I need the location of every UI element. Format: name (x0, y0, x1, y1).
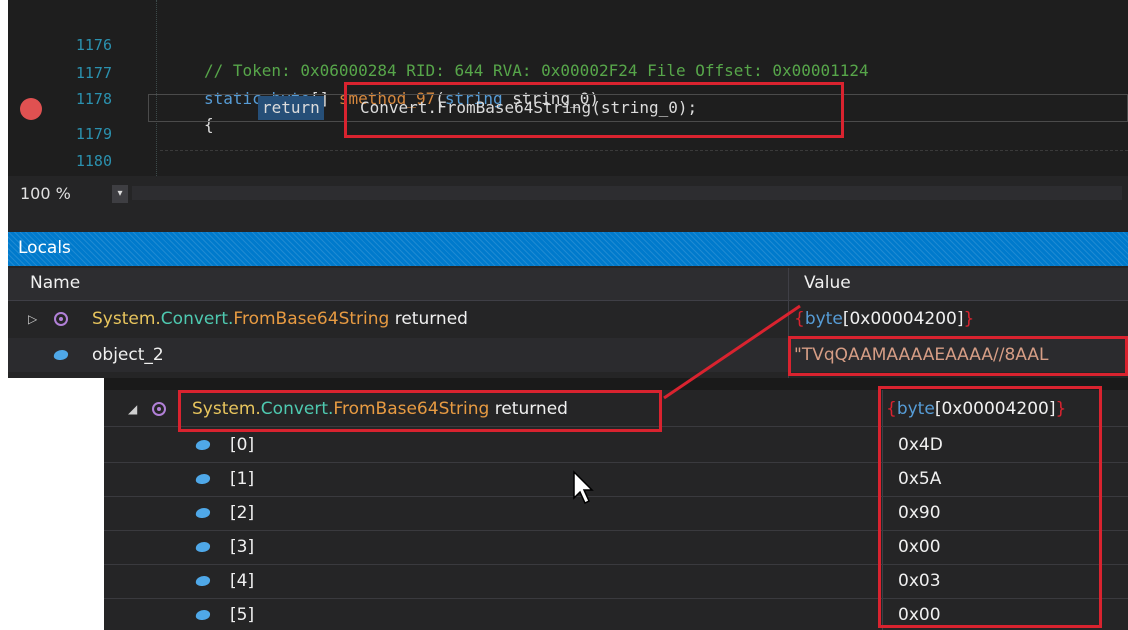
object-icon (152, 402, 166, 416)
returned-name: System.Convert.FromBase64String returned (92, 302, 468, 336)
array-item-row[interactable]: [0] 0x4D (104, 428, 1128, 463)
locals-panel: Locals Name Value ▷ System.Convert.FromB… (8, 212, 1128, 378)
array-value: 0x4D (898, 435, 943, 455)
code-line-1180[interactable]: 1180 } (8, 122, 1128, 170)
object-icon (54, 312, 68, 326)
method-text: FromBase64String (233, 309, 390, 329)
array-index: [5] (230, 605, 255, 625)
method-text: FromBase64String (333, 399, 490, 419)
value-brace-open: { (886, 399, 897, 419)
locals-row-object-2[interactable]: object_2 "TVqQAAMAAAAEAAAA//8AAL (8, 338, 1128, 372)
array-item-row[interactable]: [1] 0x5A (104, 462, 1128, 497)
column-header-name[interactable]: Name (30, 273, 80, 293)
returned-suffix: returned (489, 399, 568, 419)
array-index: [1] (230, 469, 255, 489)
field-icon (194, 542, 212, 552)
class-text: Convert. (160, 309, 234, 329)
field-icon (194, 576, 212, 586)
array-value: 0x5A (898, 469, 942, 489)
locals-column-header: Name Value (8, 268, 1128, 301)
value-type: byte (804, 309, 843, 329)
locals-title-bar[interactable]: Locals (8, 232, 1128, 266)
returned-name: System.Convert.FromBase64String returned (192, 392, 568, 426)
field-icon (194, 474, 212, 484)
locals-title: Locals (18, 238, 71, 258)
column-header-value[interactable]: Value (804, 273, 851, 293)
array-item-row[interactable]: [2] 0x90 (104, 496, 1128, 531)
zoom-dropdown-icon[interactable]: ▾ (112, 185, 128, 203)
code-editor[interactable]: 1176 // Token: 0x06000284 RID: 644 RVA: … (8, 0, 1128, 176)
expand-arrow-icon[interactable]: ▷ (28, 302, 37, 336)
value-brace-close: } (963, 309, 975, 329)
collapse-arrow-icon[interactable]: ◢ (128, 392, 137, 426)
zoom-level[interactable]: 100 % (20, 184, 71, 203)
array-item-row[interactable]: [3] 0x00 (104, 530, 1128, 565)
array-index: [3] (230, 537, 255, 557)
array-value: 0x00 (898, 537, 941, 557)
array-row-returned[interactable]: ◢ System.Convert.FromBase64String return… (104, 392, 1128, 427)
value-brace-open: { (794, 309, 805, 329)
returned-suffix: returned (389, 309, 468, 329)
mouse-cursor-icon (573, 470, 594, 505)
namespace-text: System. (192, 399, 261, 419)
array-index: [0] (230, 435, 255, 455)
class-text: Convert. (260, 399, 334, 419)
value-length: [0x00004200] (934, 399, 1056, 419)
code-line-1178[interactable]: 1178 { (8, 60, 1128, 134)
field-icon (194, 440, 212, 450)
returned-value: {byte[0x00004200]} (794, 302, 974, 336)
array-item-row[interactable]: [4] 0x03 (104, 564, 1128, 599)
expanded-array-panel: ◢ System.Convert.FromBase64String return… (104, 378, 1128, 630)
field-icon (194, 610, 212, 620)
value-type: byte (896, 399, 935, 419)
return-keyword: return (258, 96, 324, 120)
code-line-1176[interactable]: 1176 // Token: 0x06000284 RID: 644 RVA: … (8, 6, 1128, 80)
array-item-row[interactable]: [5] 0x00 (104, 598, 1128, 630)
field-icon (52, 350, 70, 360)
namespace-text: System. (92, 309, 161, 329)
array-value: 0x03 (898, 571, 941, 591)
array-index: [4] (230, 571, 255, 591)
zoom-bar: 100 % ▾ (8, 176, 1128, 212)
array-value: 0x90 (898, 503, 941, 523)
convert-call: Convert.FromBase64String(string_0); (360, 98, 698, 117)
value-length: [0x00004200] (842, 309, 964, 329)
horizontal-scrollbar[interactable] (132, 186, 1122, 200)
field-icon (194, 508, 212, 518)
array-index: [2] (230, 503, 255, 523)
panel-header-strip (104, 378, 1128, 390)
value-brace-close: } (1055, 399, 1067, 419)
code-line-1181[interactable]: 1181 (8, 146, 1128, 172)
locals-row-returned[interactable]: ▷ System.Convert.FromBase64String return… (8, 302, 1128, 336)
array-value: 0x00 (898, 605, 941, 625)
returned-value: {byte[0x00004200]} (886, 392, 1066, 426)
variable-name: object_2 (92, 345, 164, 365)
variable-value: "TVqQAAMAAAAEAAAA//8AAL (794, 345, 1049, 365)
code-line-1177[interactable]: 1177 static byte[] smethod_97(string str… (8, 34, 1128, 108)
